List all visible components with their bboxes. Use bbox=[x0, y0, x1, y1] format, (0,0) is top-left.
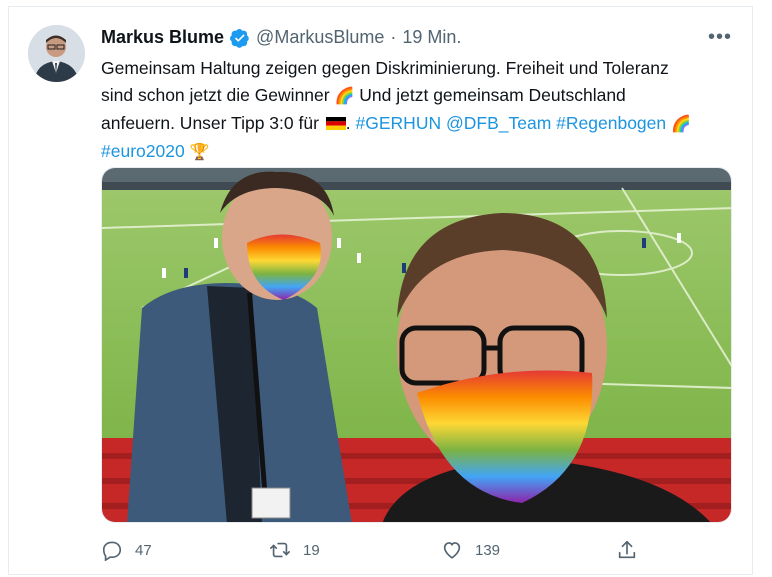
tweet-text-period: . bbox=[345, 113, 351, 133]
hashtag-gerhun[interactable]: #GERHUN bbox=[356, 113, 442, 133]
tweet-text: Gemeinsam Haltung zeigen gegen Diskrimin… bbox=[101, 55, 711, 166]
tweet-card[interactable]: Markus Blume @MarkusBlume · 19 Min. ••• … bbox=[8, 6, 753, 575]
rainbow-emoji-icon-2: 🌈 bbox=[671, 116, 691, 133]
reply-count: 47 bbox=[135, 541, 152, 559]
reply-button[interactable]: 47 bbox=[101, 539, 152, 561]
share-button[interactable] bbox=[616, 539, 638, 561]
verified-badge-icon bbox=[230, 28, 249, 48]
retweet-button[interactable]: 19 bbox=[269, 539, 320, 561]
tweet-text-line-1: Gemeinsam Haltung zeigen gegen Diskrimin… bbox=[101, 58, 669, 78]
mention-dfb-team[interactable]: @DFB_Team bbox=[446, 113, 551, 133]
separator-dot: · bbox=[390, 27, 397, 47]
more-options-icon[interactable]: ••• bbox=[708, 27, 732, 47]
author-handle[interactable]: @MarkusBlume bbox=[256, 27, 384, 48]
hashtag-euro2020[interactable]: #euro2020 bbox=[101, 141, 185, 161]
tweet-text-line-2: sind schon jetzt die Gewinner 🌈 Und jetz… bbox=[101, 82, 711, 110]
share-icon bbox=[618, 540, 636, 559]
tweet-actions: 47 19 139 bbox=[101, 539, 721, 569]
author-name[interactable]: Markus Blume bbox=[101, 27, 224, 48]
tweet-text-line-2-text: sind schon jetzt die Gewinner bbox=[101, 85, 330, 105]
like-button[interactable]: 139 bbox=[441, 539, 500, 561]
tweet-text-line-4: #euro2020 🏆 bbox=[101, 138, 711, 166]
trophy-emoji-icon: 🏆 bbox=[189, 144, 210, 161]
retweet-icon bbox=[270, 542, 290, 558]
timestamp[interactable]: 19 Min. bbox=[402, 27, 461, 48]
tweet-text-line-4-text: anfeuern. Unser Tipp 3:0 für bbox=[101, 113, 319, 133]
reply-icon bbox=[102, 541, 122, 561]
hashtag-regenbogen[interactable]: #Regenbogen bbox=[556, 113, 666, 133]
retweet-count: 19 bbox=[303, 541, 320, 559]
heart-icon bbox=[443, 542, 461, 559]
german-flag-icon bbox=[325, 117, 346, 130]
tweet-photo[interactable] bbox=[101, 167, 732, 523]
tweet-header: Markus Blume @MarkusBlume · 19 Min. bbox=[101, 27, 461, 48]
like-count: 139 bbox=[475, 541, 501, 559]
tweet-text-line-3: anfeuern. Unser Tipp 3:0 für . #GERHUN @… bbox=[101, 110, 711, 138]
avatar[interactable] bbox=[28, 25, 85, 82]
tweet-text-line-3-text: Und jetzt gemeinsam Deutschland bbox=[359, 85, 626, 105]
stadium-selfie-image bbox=[102, 168, 731, 522]
rainbow-emoji-icon: 🌈 bbox=[334, 88, 355, 105]
